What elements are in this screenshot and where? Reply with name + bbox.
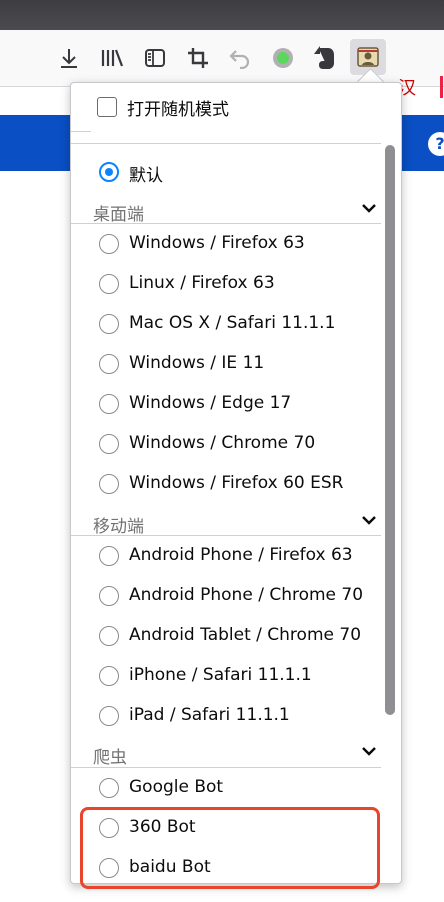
option-label: iPad / Safari 11.1.1 [129, 705, 290, 725]
option-row[interactable]: Mac OS X / Safari 11.1.1 [71, 304, 381, 344]
user-agent-panel: 打开随机模式 默认 桌面端 Windows / Firefox 63 Linux… [70, 82, 402, 884]
library-icon[interactable] [98, 44, 126, 72]
undo-icon[interactable] [226, 44, 254, 72]
extension-edge-icon [440, 76, 443, 98]
section-title: 移动端 [93, 517, 144, 537]
option-label: Windows / Edge 17 [129, 393, 292, 413]
section-title: 桌面端 [93, 205, 144, 225]
option-label: Windows / Firefox 60 ESR [129, 473, 344, 493]
random-mode-row[interactable]: 打开随机模式 [71, 83, 401, 143]
option-label: Google Bot [129, 777, 224, 797]
section-desktop[interactable]: 桌面端 [71, 196, 381, 226]
option-row[interactable]: Linux / Firefox 63 [71, 264, 381, 304]
option-label: Mac OS X / Safari 11.1.1 [129, 313, 336, 333]
option-label: Android Phone / Chrome 70 [129, 585, 364, 605]
section-mobile[interactable]: 移动端 [71, 508, 381, 538]
radio-button[interactable] [99, 434, 119, 454]
section-title: 爬虫 [93, 748, 127, 768]
option-row[interactable]: Google Bot [71, 768, 381, 808]
record-icon[interactable] [269, 44, 297, 72]
option-row[interactable]: Windows / IE 11 [71, 344, 381, 384]
radio-button[interactable] [99, 234, 119, 254]
divider [71, 143, 381, 144]
radio-button[interactable] [99, 162, 119, 182]
random-mode-label: 打开随机模式 [127, 100, 229, 120]
window-titlebar [0, 0, 444, 30]
divider [71, 131, 91, 132]
download-icon[interactable] [55, 44, 83, 72]
option-label: Linux / Firefox 63 [129, 273, 275, 293]
option-row[interactable]: Android Phone / Chrome 70 [71, 576, 381, 616]
radio-button[interactable] [99, 354, 119, 374]
option-label: Windows / Chrome 70 [129, 433, 316, 453]
scrollbar-thumb[interactable] [385, 145, 395, 715]
sidebar-icon[interactable] [141, 44, 169, 72]
option-row[interactable]: Android Tablet / Chrome 70 [71, 616, 381, 656]
radio-button[interactable] [99, 394, 119, 414]
option-row[interactable]: Windows / Chrome 70 [71, 424, 381, 464]
option-label: Android Tablet / Chrome 70 [129, 625, 362, 645]
radio-button[interactable] [99, 274, 119, 294]
radio-button[interactable] [99, 314, 119, 334]
chevron-down-icon[interactable] [361, 202, 377, 214]
chevron-down-icon[interactable] [361, 514, 377, 526]
random-mode-checkbox[interactable] [97, 97, 117, 117]
evernote-icon[interactable] [311, 44, 339, 72]
chevron-down-icon[interactable] [361, 745, 377, 757]
section-crawler[interactable]: 爬虫 [71, 739, 381, 769]
scrollbar[interactable] [381, 143, 399, 881]
radio-button[interactable] [99, 586, 119, 606]
option-row[interactable]: iPhone / Safari 11.1.1 [71, 656, 381, 696]
radio-button[interactable] [99, 626, 119, 646]
option-label: Windows / IE 11 [129, 353, 265, 373]
option-row[interactable]: Windows / Edge 17 [71, 384, 381, 424]
crop-icon[interactable] [184, 44, 212, 72]
radio-button[interactable] [99, 474, 119, 494]
option-label: iPhone / Safari 11.1.1 [129, 665, 312, 685]
option-label: 默认 [129, 166, 163, 186]
option-default[interactable]: 默认 [71, 152, 381, 192]
option-label: Windows / Firefox 63 [129, 233, 305, 253]
radio-button[interactable] [99, 546, 119, 566]
option-row[interactable]: Windows / Firefox 63 [71, 224, 381, 264]
radio-button[interactable] [99, 666, 119, 686]
radio-button[interactable] [99, 778, 119, 798]
option-row[interactable]: Windows / Firefox 60 ESR [71, 464, 381, 504]
option-row[interactable]: iPad / Safari 11.1.1 [71, 696, 381, 736]
highlight-annotation [80, 807, 380, 889]
radio-button[interactable] [99, 706, 119, 726]
option-row[interactable]: Android Phone / Firefox 63 [71, 536, 381, 576]
option-label: Android Phone / Firefox 63 [129, 545, 353, 565]
